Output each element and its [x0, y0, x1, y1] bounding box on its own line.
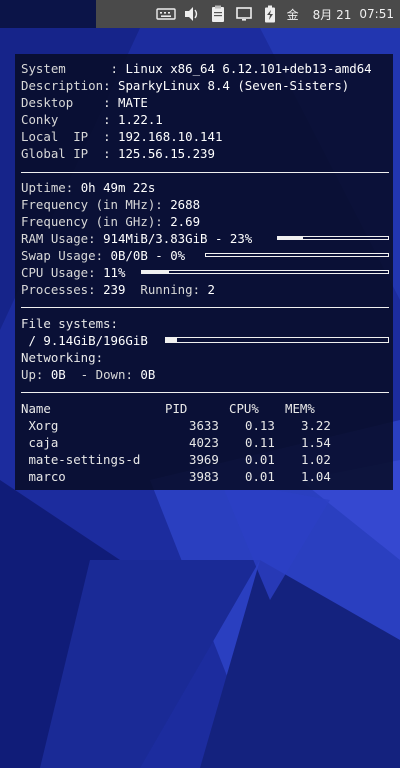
process-name: mate-settings-d — [21, 452, 141, 467]
clipboard-icon[interactable] — [207, 0, 229, 28]
system-tray: 金 8月 21 07:51 — [151, 0, 400, 28]
process-cpu: 0.01 — [245, 452, 275, 467]
system-label: System — [21, 61, 104, 76]
local-ip-label: Local IP — [21, 129, 104, 144]
freq-mhz-value: 2688 — [170, 197, 201, 212]
swap-value: 0B/0B - 0% — [110, 248, 186, 263]
ram-usage-fill — [278, 237, 304, 239]
fs-heading: File systems: — [21, 316, 118, 331]
input-method-label[interactable]: 金 — [287, 6, 299, 23]
process-name: Xorg — [21, 418, 59, 433]
process-mem: 1.54 — [301, 435, 331, 450]
running-value: 2 — [207, 282, 215, 297]
local-ip-row: Local IP : 192.168.10.141 — [21, 129, 223, 144]
up-value: 0B — [50, 367, 66, 382]
process-mem: 1.02 — [301, 452, 331, 467]
clock-label[interactable]: 07:51 — [359, 7, 394, 21]
ram-label: RAM Usage: — [21, 231, 104, 246]
processes-value: 239 — [103, 282, 126, 297]
process-pid: 3633 — [189, 418, 219, 433]
col-header-cpu: CPU% — [229, 401, 259, 416]
desktop-label: Desktop — [21, 95, 104, 110]
process-cpu: 0.11 — [245, 435, 275, 450]
description-row: Description: SparkyLinux 8.4 (Seven-Sist… — [21, 78, 350, 93]
ram-value: 914MiB/3.83GiB - 23% — [103, 231, 253, 246]
cpu-usage-fill — [142, 271, 170, 273]
process-pid: 3969 — [189, 452, 219, 467]
keyboard-icon[interactable] — [155, 0, 177, 28]
local-ip-value: 192.168.10.141 — [117, 129, 223, 144]
cpu-usage-bar — [141, 270, 389, 274]
freq-mhz-row: Frequency (in MHz): 2688 — [21, 196, 200, 213]
process-mem: 1.04 — [301, 469, 331, 484]
swap-usage-bar — [205, 253, 389, 257]
divider — [21, 307, 389, 308]
conky-widget: System : Linux x86_64 6.12.101+deb13-amd… — [15, 54, 393, 490]
desktop-row: Desktop : MATE — [21, 95, 148, 110]
conky-label: Conky — [21, 112, 104, 127]
battery-icon[interactable] — [259, 0, 281, 28]
global-ip-value: 125.56.15.239 — [117, 146, 215, 161]
root-fs-bar — [165, 337, 389, 343]
freq-ghz-row: Frequency (in GHz): 2.69 — [21, 213, 200, 230]
freq-ghz-value: 2.69 — [170, 214, 201, 229]
uptime-label: Uptime: — [21, 180, 81, 195]
swap-row: Swap Usage: 0B/0B - 0% — [21, 247, 185, 264]
cpu-value: 11% — [103, 265, 126, 280]
global-ip-row: Global IP : 125.56.15.239 — [21, 146, 215, 161]
root-fs-fill — [166, 338, 178, 342]
conky-value: 1.22.1 — [117, 112, 163, 127]
panel-left-area — [0, 0, 96, 28]
up-label: Up: — [21, 367, 51, 382]
processes-row: Processes: 239 Running: 2 — [21, 281, 215, 298]
system-value: Linux x86_64 6.12.101+deb13-amd64 — [125, 61, 372, 76]
cpu-label: CPU Usage: — [21, 265, 104, 280]
process-cpu: 0.01 — [245, 469, 275, 484]
ram-row: RAM Usage: 914MiB/3.83GiB - 23% — [21, 230, 252, 247]
uptime-value: 0h 49m 22s — [80, 180, 156, 195]
global-ip-label: Global IP — [21, 146, 104, 161]
uptime-row: Uptime: 0h 49m 22s — [21, 179, 155, 196]
freq-ghz-label: Frequency (in GHz): — [21, 214, 171, 229]
root-fs-value: / 9.14GiB/196GiB — [21, 333, 148, 348]
network-row: Up: 0B - Down: 0B — [21, 366, 155, 383]
desktop-value: MATE — [117, 95, 148, 110]
processes-label: Processes: — [21, 282, 104, 297]
cpu-row: CPU Usage: 11% — [21, 264, 125, 281]
running-label: Running: — [125, 282, 208, 297]
display-icon[interactable] — [233, 0, 255, 28]
top-panel: 金 8月 21 07:51 — [0, 0, 400, 28]
divider — [21, 392, 389, 393]
swap-label: Swap Usage: — [21, 248, 111, 263]
date-label[interactable]: 8月 21 — [313, 6, 352, 23]
col-header-name: Name — [21, 401, 51, 416]
col-header-mem: MEM% — [285, 401, 315, 416]
ram-usage-bar — [277, 236, 389, 240]
description-label: Description — [21, 78, 104, 93]
col-header-pid: PID — [165, 401, 188, 416]
process-pid: 3983 — [189, 469, 219, 484]
net-heading: Networking: — [21, 350, 104, 365]
root-fs-row: / 9.14GiB/196GiB — [21, 332, 148, 349]
process-name: caja — [21, 435, 59, 450]
process-cpu: 0.13 — [245, 418, 275, 433]
system-row: System : Linux x86_64 6.12.101+deb13-amd… — [21, 61, 372, 76]
divider — [21, 172, 389, 173]
volume-icon[interactable] — [181, 0, 203, 28]
freq-mhz-label: Frequency (in MHz): — [21, 197, 171, 212]
conky-row: Conky : 1.22.1 — [21, 112, 163, 127]
process-name: marco — [21, 469, 66, 484]
down-label: - Down: — [65, 367, 141, 382]
process-mem: 3.22 — [301, 418, 331, 433]
process-pid: 4023 — [189, 435, 219, 450]
down-value: 0B — [140, 367, 156, 382]
description-value: SparkyLinux 8.4 (Seven-Sisters) — [117, 78, 350, 93]
